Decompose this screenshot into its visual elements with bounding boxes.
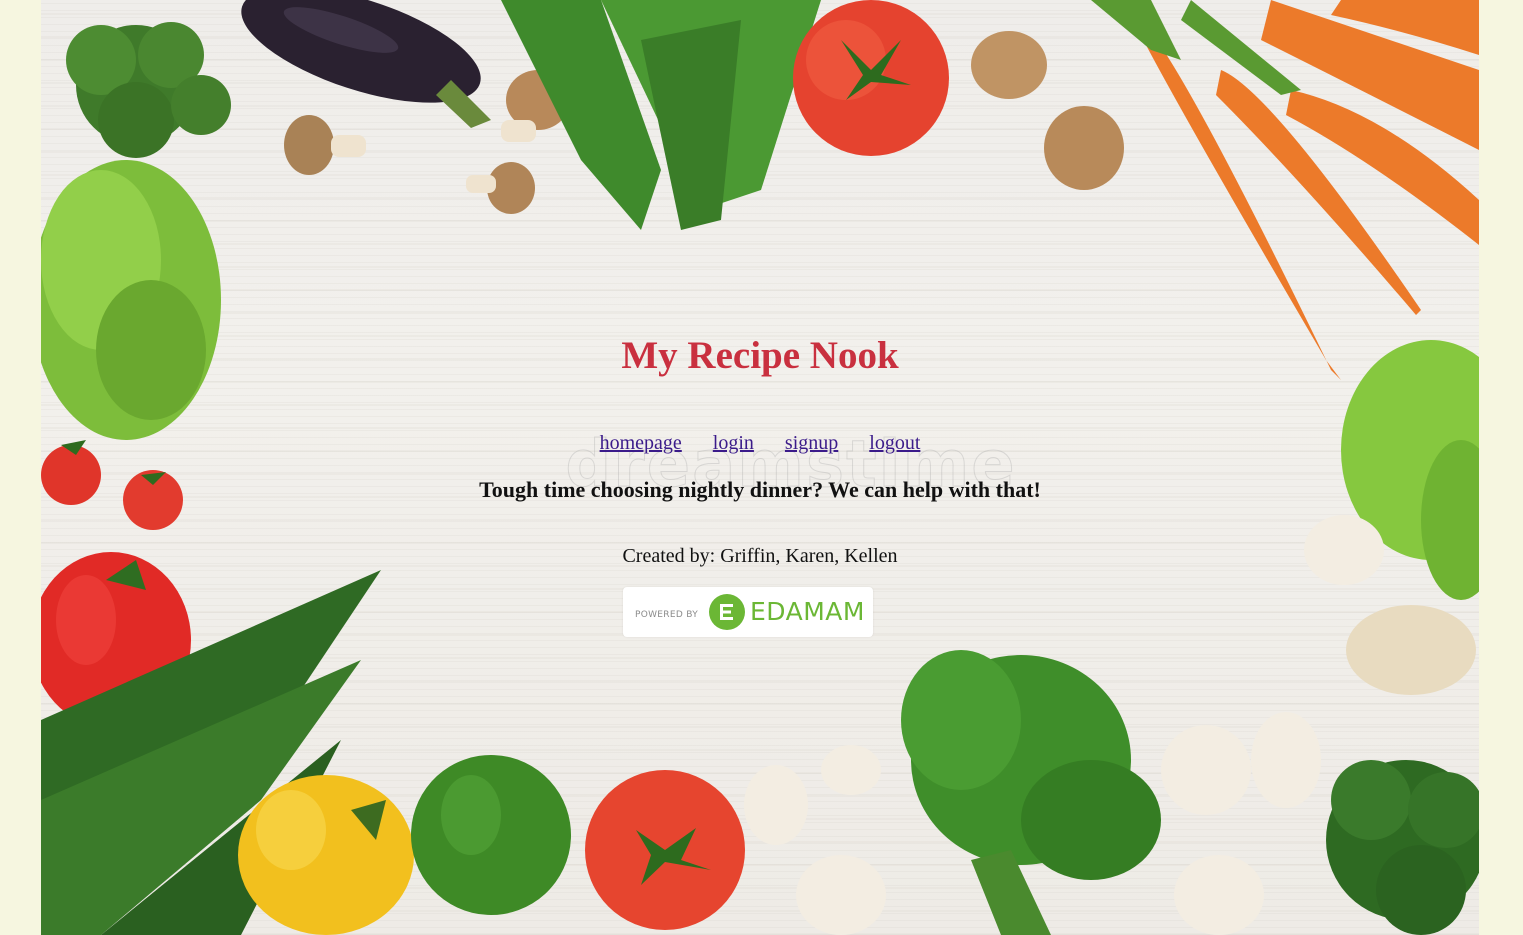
page-title: My Recipe Nook: [621, 334, 899, 377]
edamam-logo-icon: [709, 594, 745, 630]
nav-link-signup[interactable]: signup: [785, 432, 838, 454]
powered-by-edamam-badge[interactable]: POWERED BY EDAMAM: [623, 587, 873, 637]
nav-link-login[interactable]: login: [713, 432, 754, 454]
tagline: Tough time choosing nightly dinner? We c…: [479, 477, 1041, 502]
powered-by-label: POWERED BY: [635, 610, 699, 620]
credits-text: Created by: Griffin, Karen, Kellen: [622, 545, 898, 567]
nav-link-logout[interactable]: logout: [869, 432, 920, 454]
nav-link-homepage[interactable]: homepage: [600, 432, 682, 454]
nav-bar: homepage login signup logout: [41, 432, 1479, 455]
edamam-brand-label: EDAMAM: [750, 597, 865, 626]
main-content: My Recipe Nook homepage login signup log…: [41, 0, 1479, 935]
